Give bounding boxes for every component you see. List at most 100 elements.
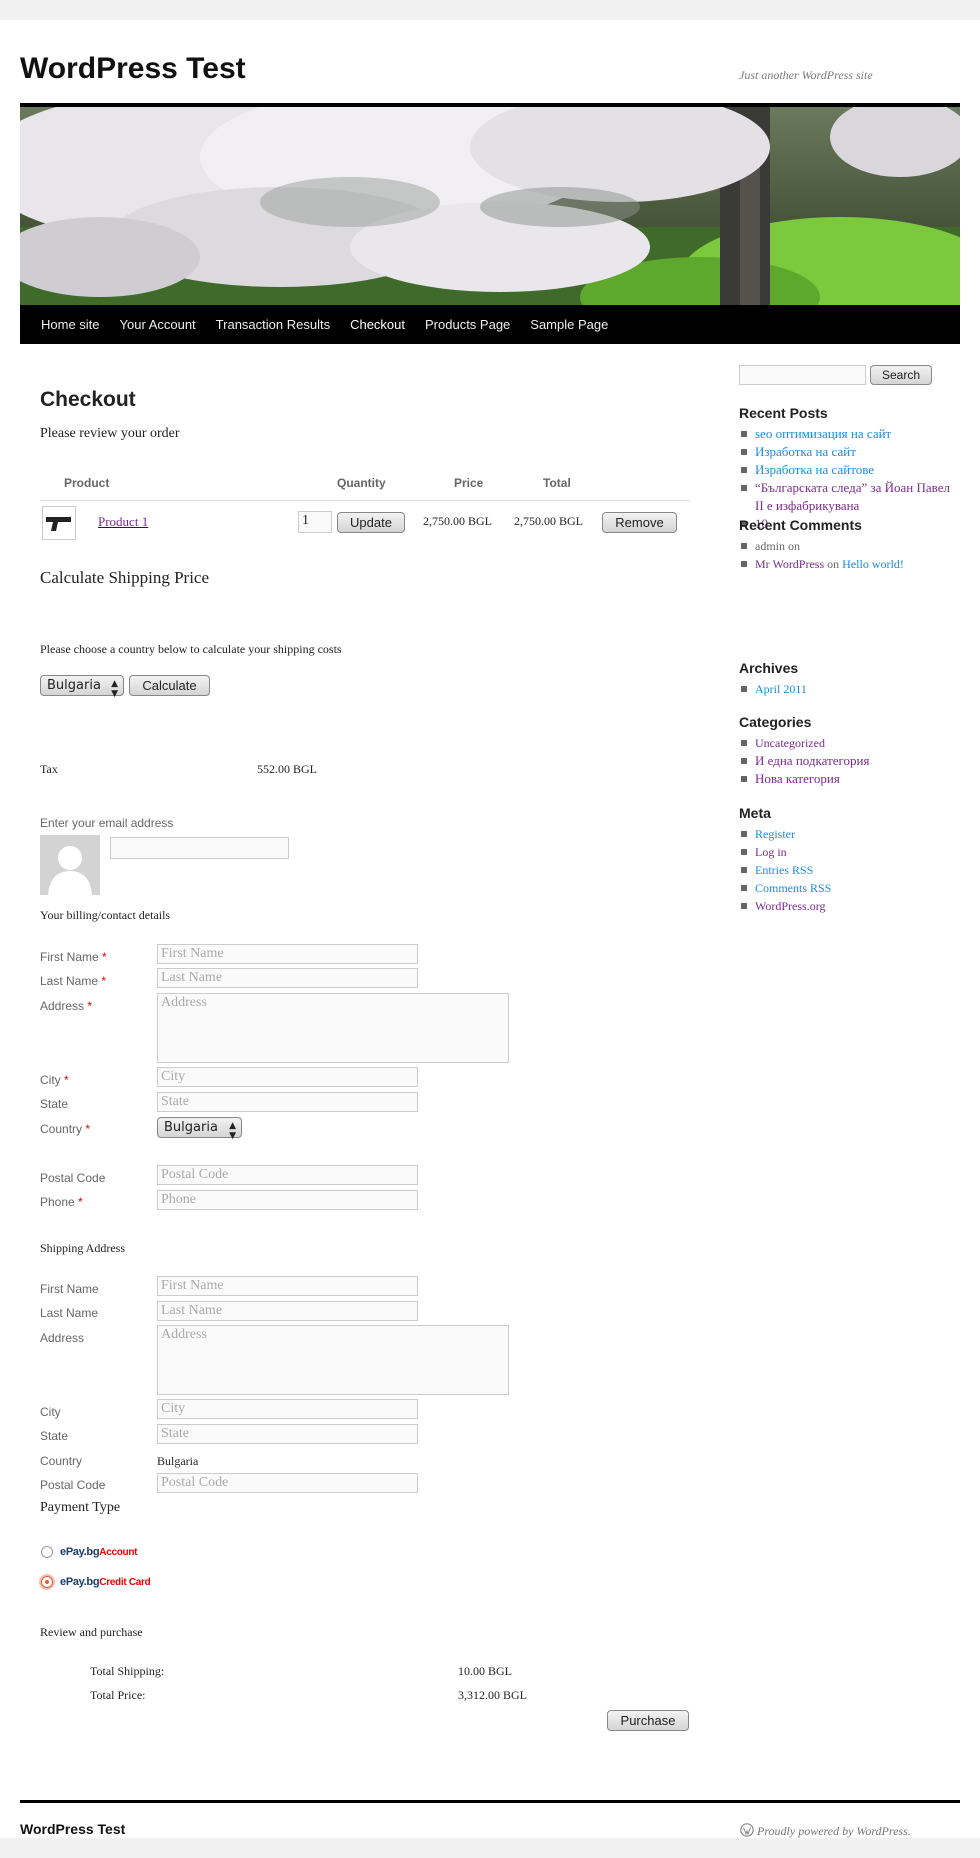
- meta-item[interactable]: Log in: [739, 843, 959, 861]
- total-price-label: Total Price:: [90, 1688, 146, 1702]
- category-item[interactable]: Uncategorized: [739, 734, 959, 752]
- billing-address-textarea[interactable]: Address: [157, 993, 509, 1063]
- shipping-address-title: Shipping Address: [40, 1241, 126, 1255]
- total-shipping-label: Total Shipping:: [90, 1664, 165, 1678]
- shipping-country-label: Country: [40, 1454, 83, 1468]
- purchase-button[interactable]: Purchase: [607, 1710, 689, 1731]
- avatar: [40, 835, 100, 895]
- total-shipping-value: 10.00 BGL: [458, 1664, 512, 1678]
- col-total: Total: [543, 476, 571, 490]
- wordpress-icon: [740, 1823, 754, 1837]
- shipping-address-label: Address: [40, 1331, 85, 1345]
- archives-list: April 2011: [739, 680, 959, 698]
- footer-site-title[interactable]: WordPress Test: [20, 1821, 125, 1837]
- shipping-postal-code-label: Postal Code: [40, 1478, 106, 1492]
- select-arrows-icon: ▲ ▼: [229, 1121, 236, 1141]
- review-order-text: Please review your order: [40, 426, 180, 441]
- user-silhouette-icon: [48, 846, 92, 895]
- nav-products-page[interactable]: Products Page: [425, 305, 510, 344]
- billing-last-name-input[interactable]: Last Name: [157, 968, 418, 988]
- shipping-country-value: Bulgaria: [47, 678, 101, 693]
- epay-account-logo[interactable]: ePay.bgAccount: [60, 1546, 137, 1558]
- search-button[interactable]: Search: [870, 365, 932, 385]
- total-price-value: 3,312.00 BGL: [458, 1688, 527, 1702]
- product-thumbnail[interactable]: [42, 506, 76, 540]
- recent-comments-list: admin on Mr WordPress on Hello world!: [739, 537, 959, 573]
- shipping-state-input[interactable]: State: [157, 1424, 418, 1444]
- billing-postal-code-input[interactable]: Postal Code: [157, 1165, 418, 1185]
- category-item[interactable]: Нова категория: [739, 770, 959, 788]
- header-banner-image[interactable]: [20, 107, 960, 305]
- comment-item: admin on: [739, 537, 959, 555]
- nav-sample-page[interactable]: Sample Page: [530, 305, 608, 344]
- comment-author-link[interactable]: Mr WordPress: [755, 557, 824, 571]
- billing-last-name-label: Last Name *: [40, 974, 107, 988]
- calculate-button[interactable]: Calculate: [129, 675, 210, 696]
- shipping-address-textarea[interactable]: Address: [157, 1325, 509, 1395]
- nav-transaction-results[interactable]: Transaction Results: [216, 305, 330, 344]
- billing-city-input[interactable]: City: [157, 1067, 418, 1087]
- billing-phone-input[interactable]: Phone: [157, 1190, 418, 1210]
- epay-credit-card-logo[interactable]: ePay.bgCredit Card: [60, 1576, 151, 1588]
- billing-first-name-input[interactable]: First Name: [157, 944, 418, 964]
- col-quantity: Quantity: [337, 476, 386, 490]
- categories-list: Uncategorized И една подкатегория Нова к…: [739, 734, 959, 788]
- archive-item[interactable]: April 2011: [739, 680, 959, 698]
- recent-post-item[interactable]: seo оптимизация на сайт: [739, 425, 959, 443]
- shipping-last-name-label: Last Name: [40, 1306, 99, 1320]
- select-arrows-icon: ▲ ▼: [111, 679, 118, 699]
- item-price: 2,750.00 BGL: [423, 514, 492, 528]
- billing-country-label: Country *: [40, 1122, 91, 1136]
- col-product: Product: [64, 476, 110, 490]
- meta-item[interactable]: Comments RSS: [739, 879, 959, 897]
- billing-country-select[interactable]: Bulgaria ▲ ▼: [157, 1117, 242, 1141]
- footer-credit[interactable]: Proudly powered by WordPress.: [740, 1823, 911, 1839]
- shipping-city-label: City: [40, 1405, 61, 1419]
- product-link[interactable]: Product 1: [98, 514, 148, 530]
- meta-item[interactable]: Entries RSS: [739, 861, 959, 879]
- shipping-state-label: State: [40, 1429, 69, 1443]
- recent-posts-title: Recent Posts: [739, 405, 828, 421]
- recent-comments-title: Recent Comments: [739, 517, 862, 533]
- billing-country-value: Bulgaria: [164, 1120, 218, 1135]
- payment-radio-epay-credit-card[interactable]: [41, 1576, 53, 1588]
- billing-title: Your billing/contact details: [40, 908, 171, 922]
- payment-radio-epay-account[interactable]: [41, 1546, 53, 1558]
- comment-item: Mr WordPress on Hello world!: [739, 555, 959, 573]
- shipping-country-select[interactable]: Bulgaria ▲ ▼: [40, 675, 124, 699]
- billing-state-label: State: [40, 1097, 69, 1111]
- recent-post-item[interactable]: Изработка на сайтове: [739, 461, 959, 479]
- nav-your-account[interactable]: Your Account: [120, 305, 196, 344]
- nav-home-site[interactable]: Home site: [41, 305, 100, 344]
- quantity-input[interactable]: 1: [298, 511, 332, 533]
- footer-divider: [20, 1800, 960, 1803]
- site-tagline: Just another WordPress site: [739, 68, 873, 82]
- billing-city-label: City *: [40, 1073, 69, 1087]
- email-input[interactable]: [110, 837, 289, 859]
- review-purchase-title: Review and purchase: [40, 1625, 143, 1639]
- recent-post-item[interactable]: “Българската следа” за Йоан Павел II е и…: [739, 479, 959, 515]
- gun-icon: [46, 517, 71, 531]
- shipping-first-name-label: First Name: [40, 1282, 99, 1296]
- billing-state-input[interactable]: State: [157, 1092, 418, 1112]
- shipping-last-name-input[interactable]: Last Name: [157, 1301, 418, 1321]
- meta-item[interactable]: Register: [739, 825, 959, 843]
- item-total: 2,750.00 BGL: [514, 514, 583, 528]
- shipping-calc-text: Please choose a country below to calcula…: [40, 642, 342, 656]
- billing-postal-code-label: Postal Code: [40, 1171, 106, 1185]
- recent-post-item[interactable]: Изработка на сайт: [739, 443, 959, 461]
- search-input[interactable]: [739, 365, 866, 385]
- update-button[interactable]: Update: [337, 512, 405, 533]
- billing-phone-label: Phone *: [40, 1195, 83, 1209]
- meta-item[interactable]: WordPress.org: [739, 897, 959, 915]
- shipping-first-name-input[interactable]: First Name: [157, 1276, 418, 1296]
- tax-label: Tax: [40, 762, 58, 776]
- comment-post-link[interactable]: Hello world!: [842, 557, 904, 571]
- remove-button[interactable]: Remove: [602, 512, 677, 533]
- site-title[interactable]: WordPress Test: [20, 52, 246, 86]
- category-item[interactable]: И една подкатегория: [739, 752, 959, 770]
- meta-list: Register Log in Entries RSS Comments RSS…: [739, 825, 959, 915]
- shipping-postal-code-input[interactable]: Postal Code: [157, 1473, 418, 1493]
- shipping-city-input[interactable]: City: [157, 1399, 418, 1419]
- nav-checkout[interactable]: Checkout: [350, 305, 405, 344]
